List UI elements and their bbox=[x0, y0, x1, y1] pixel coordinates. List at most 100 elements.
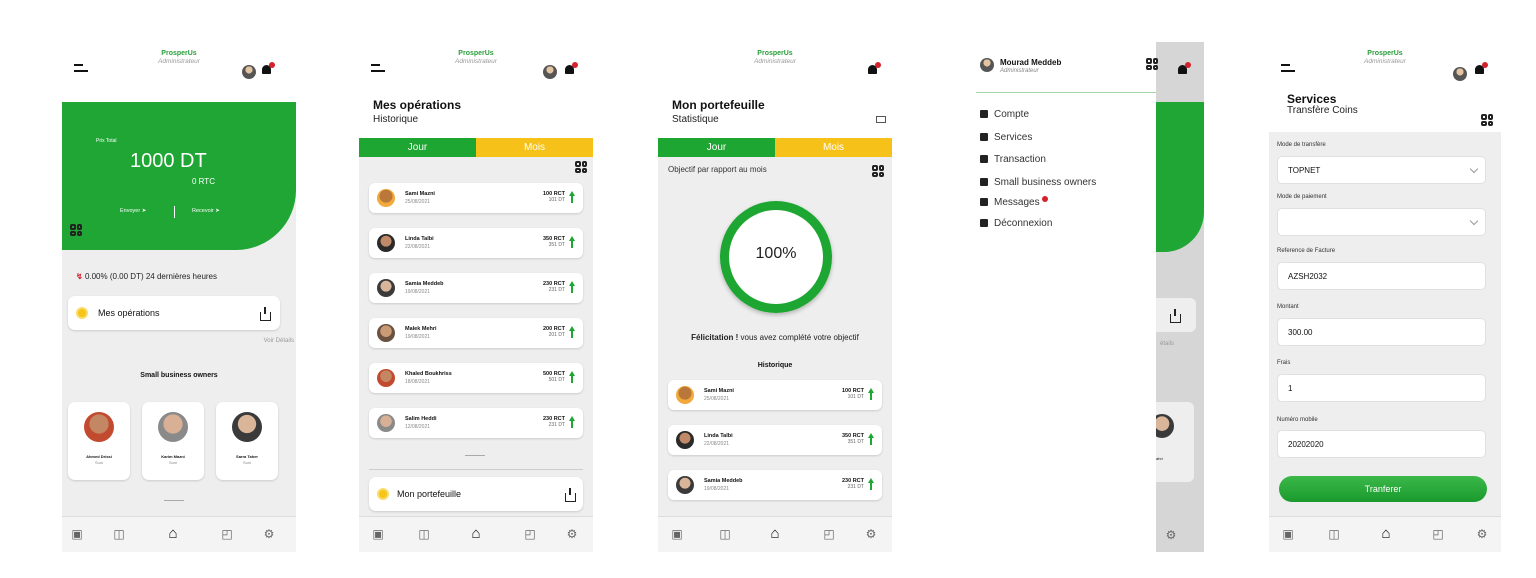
tab-day[interactable]: Jour bbox=[658, 138, 775, 157]
nav-calendar-icon[interactable]: ◫ bbox=[1327, 527, 1341, 541]
bell-icon[interactable] bbox=[1178, 62, 1191, 76]
qr-code-icon[interactable] bbox=[1481, 114, 1493, 126]
nav-wallet-icon[interactable]: ◰ bbox=[220, 527, 234, 541]
nav-home-icon[interactable]: ⌂ bbox=[768, 526, 782, 541]
operation-row[interactable]: Linda Talbi 22/08/2021 350 RCT 351 DT bbox=[668, 425, 882, 455]
nav-home-icon[interactable]: ⌂ bbox=[1379, 526, 1393, 541]
bell-icon[interactable] bbox=[1475, 62, 1488, 76]
bottom-nav: ▣ ◫ ⌂ ◰ ⚙ bbox=[359, 516, 593, 552]
transfer-button[interactable]: Tranferer bbox=[1279, 476, 1487, 502]
nav-settings-icon[interactable]: ⚙ bbox=[1475, 527, 1489, 541]
operation-row[interactable]: Sami Mazni 25/08/2021 100 RCT 101 DT bbox=[668, 380, 882, 410]
arrow-up-icon bbox=[569, 191, 575, 203]
user-photo bbox=[377, 414, 395, 432]
transfer-mode-select[interactable]: TOPNET bbox=[1277, 156, 1486, 184]
screen-wallet: ProsperUs Administrateur Mon portefeuille… bbox=[658, 42, 892, 552]
avatar[interactable] bbox=[543, 65, 557, 79]
nav-dashboard-icon[interactable]: ▣ bbox=[1281, 527, 1295, 541]
tab-day[interactable]: Jour bbox=[359, 138, 476, 157]
chart-toggle-icon[interactable] bbox=[876, 116, 886, 123]
total-rtc: 0 RTC bbox=[192, 177, 215, 186]
menu-transaction[interactable]: Transaction bbox=[980, 154, 1046, 165]
nav-dashboard-icon[interactable]: ▣ bbox=[371, 527, 385, 541]
main-content: Objectif par rapport au mois 100% Félici… bbox=[658, 157, 892, 516]
bell-icon[interactable] bbox=[565, 62, 578, 76]
menu-logout[interactable]: Déconnexion bbox=[980, 218, 1052, 229]
qr-code-icon[interactable] bbox=[1146, 58, 1158, 70]
partial-owner: ahri bbox=[1150, 402, 1194, 482]
nav-home-icon[interactable]: ⌂ bbox=[469, 526, 483, 541]
user-photo bbox=[377, 369, 395, 387]
users-icon bbox=[980, 178, 988, 186]
operation-row[interactable]: Samia Meddeb 19/08/2021 230 RCT 231 DT bbox=[369, 273, 583, 303]
brand-logo: ProsperUs Administrateur bbox=[1364, 50, 1406, 65]
mobile-number-input[interactable]: 20202020 bbox=[1277, 430, 1486, 458]
download-icon[interactable] bbox=[565, 488, 576, 502]
tab-month[interactable]: Mois bbox=[476, 138, 593, 157]
nav-settings-icon[interactable]: ⚙ bbox=[565, 527, 579, 541]
operation-row[interactable]: Linda Talbi 22/08/2021 350 RCT 351 DT bbox=[369, 228, 583, 258]
chevron-down-icon[interactable] bbox=[465, 449, 485, 456]
operation-row[interactable]: Malek Mehri 19/08/2021 200 RCT 201 DT bbox=[369, 318, 583, 348]
qr-code-icon[interactable] bbox=[575, 161, 587, 173]
nav-wallet-icon[interactable]: ◰ bbox=[523, 527, 537, 541]
send-button[interactable]: Envoyer ➤ bbox=[120, 208, 146, 214]
services-icon bbox=[980, 133, 988, 141]
qr-code-icon[interactable] bbox=[70, 224, 82, 236]
row-name: Sami Mazni bbox=[405, 191, 435, 197]
operation-row[interactable]: Samia Meddeb 19/08/2021 230 RCT 231 DT bbox=[668, 470, 882, 500]
menu-services[interactable]: Services bbox=[980, 132, 1032, 143]
owner-card[interactable]: Karim Mazni Suni bbox=[142, 402, 204, 480]
nav-settings-icon[interactable]: ⚙ bbox=[1164, 528, 1178, 542]
nav-settings-icon[interactable]: ⚙ bbox=[864, 527, 878, 541]
invoice-reference-input[interactable]: AZSH2032 bbox=[1277, 262, 1486, 290]
partial-card bbox=[1156, 298, 1196, 332]
chevron-down-icon[interactable] bbox=[164, 494, 184, 501]
bell-icon[interactable] bbox=[868, 62, 881, 76]
nav-dashboard-icon[interactable]: ▣ bbox=[670, 527, 684, 541]
arrow-up-icon bbox=[569, 371, 575, 383]
row-amount: 230 RCT 231 DT bbox=[841, 478, 864, 490]
arrow-up-icon bbox=[569, 416, 575, 428]
operation-row[interactable]: Salim Heddi 12/08/2021 230 RCT 231 DT bbox=[369, 408, 583, 438]
operations-card[interactable]: Mes opérations bbox=[68, 296, 280, 330]
row-date: 25/08/2021 bbox=[704, 396, 730, 402]
owner-name: Karim Mazni bbox=[161, 454, 185, 459]
menu-icon[interactable] bbox=[371, 64, 385, 74]
download-icon[interactable] bbox=[260, 307, 271, 321]
owner-card[interactable]: Ahmed Drissi Suni bbox=[68, 402, 130, 480]
nav-calendar-icon[interactable]: ◫ bbox=[718, 527, 732, 541]
nav-dashboard-icon[interactable]: ▣ bbox=[70, 527, 84, 541]
wallet-card[interactable]: Mon portefeuille bbox=[369, 477, 583, 511]
progress-value: 100% bbox=[755, 245, 797, 262]
avatar[interactable] bbox=[242, 65, 256, 79]
operation-row[interactable]: Khaled Boukhriss 18/08/2021 500 RCT 501 DT bbox=[369, 363, 583, 393]
nav-home-icon[interactable]: ⌂ bbox=[166, 526, 180, 541]
operation-row[interactable]: Sami Mazni 25/08/2021 100 RCT 101 DT bbox=[369, 183, 583, 213]
avatar[interactable] bbox=[1453, 67, 1467, 81]
tab-month[interactable]: Mois bbox=[775, 138, 892, 157]
nav-wallet-icon[interactable]: ◰ bbox=[1431, 527, 1445, 541]
payment-mode-select[interactable] bbox=[1277, 208, 1486, 236]
bell-icon[interactable] bbox=[262, 62, 275, 76]
menu-icon[interactable] bbox=[74, 64, 88, 74]
row-amount: 350 RCT 351 DT bbox=[542, 236, 565, 248]
receive-button[interactable]: Recevoir ➤ bbox=[192, 208, 220, 214]
nav-settings-icon[interactable]: ⚙ bbox=[262, 527, 276, 541]
nav-calendar-icon[interactable]: ◫ bbox=[417, 527, 431, 541]
user-icon bbox=[980, 110, 988, 118]
amount-input[interactable]: 300.00 bbox=[1277, 318, 1486, 346]
menu-compte[interactable]: Compte bbox=[980, 109, 1029, 120]
menu-messages[interactable]: Messages bbox=[980, 196, 1048, 208]
main-content: Sami Mazni 25/08/2021 100 RCT 101 DT Linda … bbox=[359, 157, 593, 516]
owner-name: Sarra Taher bbox=[236, 454, 258, 459]
nav-wallet-icon[interactable]: ◰ bbox=[822, 527, 836, 541]
menu-small-business[interactable]: Small business owners bbox=[980, 177, 1096, 188]
user-photo bbox=[676, 386, 694, 404]
qr-code-icon[interactable] bbox=[872, 165, 884, 177]
nav-calendar-icon[interactable]: ◫ bbox=[112, 527, 126, 541]
see-details-link[interactable]: Voir Détails bbox=[264, 338, 294, 344]
owner-card[interactable]: Sarra Taher Suni bbox=[216, 402, 278, 480]
menu-icon[interactable] bbox=[1281, 64, 1295, 74]
fees-input[interactable]: 1 bbox=[1277, 374, 1486, 402]
